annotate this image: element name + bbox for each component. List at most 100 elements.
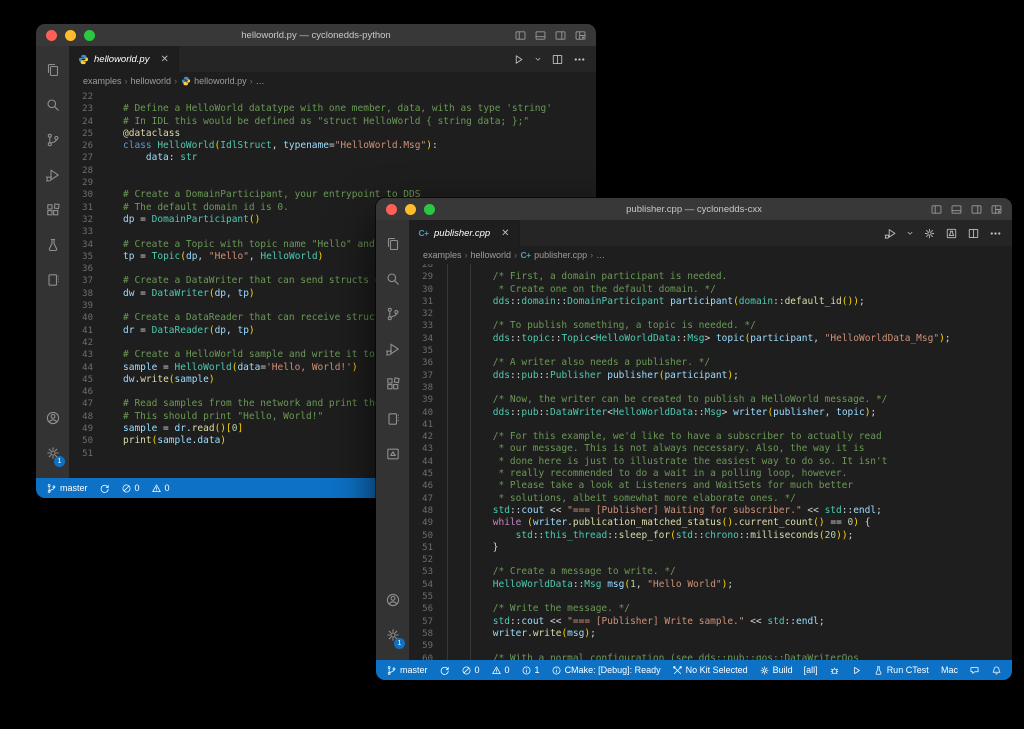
activity-search-button[interactable]	[36, 87, 69, 122]
flask-box-icon[interactable]	[945, 227, 958, 240]
status-no-kit-selected[interactable]: No Kit Selected	[672, 665, 748, 676]
breadcrumb-separator: ›	[514, 250, 517, 260]
code-editor[interactable]: 2829 /* First, a domain participant is n…	[409, 264, 1012, 660]
code-line: 41	[409, 419, 1012, 431]
activity-debug-button[interactable]	[36, 157, 69, 192]
split-icon[interactable]	[967, 227, 980, 240]
activity-gear-button[interactable]: 1	[36, 435, 69, 470]
chevron-icon[interactable]	[534, 55, 542, 63]
close-window-button[interactable]	[386, 204, 397, 215]
status-play[interactable]	[851, 665, 862, 676]
layout-custom-icon[interactable]	[574, 29, 587, 42]
chevron-icon[interactable]	[906, 229, 914, 237]
status-feedback[interactable]	[969, 665, 980, 676]
close-tab-icon[interactable]: ✕	[160, 54, 168, 65]
layout-sidebar-icon[interactable]	[514, 29, 527, 42]
activity-cmake-button[interactable]	[376, 436, 409, 471]
zoom-window-button[interactable]	[84, 30, 95, 41]
line-number: 45	[69, 374, 93, 386]
status-label: [all]	[804, 665, 818, 675]
activity-notebook-button[interactable]	[376, 401, 409, 436]
code-text: @dataclass	[93, 128, 596, 140]
status-sync[interactable]	[439, 665, 450, 676]
status-0[interactable]: 0	[151, 483, 170, 494]
activity-debug-button[interactable]	[376, 331, 409, 366]
status-build[interactable]: Build	[759, 665, 793, 676]
activity-files-button[interactable]	[376, 226, 409, 261]
zoom-window-button[interactable]	[424, 204, 435, 215]
breadcrumb-item[interactable]: helloworld	[131, 76, 172, 86]
status-0[interactable]: 0	[491, 665, 510, 676]
layout-custom-icon[interactable]	[990, 203, 1003, 216]
activity-source-control-button[interactable]	[36, 122, 69, 157]
breadcrumb-item[interactable]: examples	[423, 250, 462, 260]
layout-sidebar-right-icon[interactable]	[970, 203, 983, 216]
status-all[interactable]: [all]	[804, 665, 818, 675]
activity-extensions-button[interactable]	[36, 192, 69, 227]
layout-panel-icon[interactable]	[950, 203, 963, 216]
line-number: 31	[69, 202, 93, 214]
split-icon[interactable]	[551, 53, 564, 66]
tab-publisher-cpp[interactable]: C+ publisher.cpp ✕	[409, 220, 520, 246]
breadcrumb-item[interactable]: examples	[83, 76, 122, 86]
status-1[interactable]: 1	[521, 665, 540, 676]
activity-source-control-button[interactable]	[376, 296, 409, 331]
status-label: Mac	[941, 665, 958, 675]
activity-search-button[interactable]	[376, 261, 409, 296]
status-master[interactable]: master	[386, 665, 428, 676]
more-icon[interactable]	[573, 53, 586, 66]
breadcrumb-item[interactable]: C+publisher.cpp	[520, 250, 587, 261]
more-icon[interactable]	[989, 227, 1002, 240]
breadcrumb-item[interactable]: …	[596, 250, 605, 260]
status-mac[interactable]: Mac	[941, 665, 958, 675]
gear-icon[interactable]	[923, 227, 936, 240]
branch-icon	[46, 483, 57, 494]
breadcrumb-item[interactable]: …	[256, 76, 265, 86]
titlebar[interactable]: helloworld.py — cyclonedds-python	[36, 24, 596, 46]
line-number: 48	[69, 411, 93, 423]
status-master[interactable]: master	[46, 483, 88, 494]
breadcrumb-item[interactable]: helloworld.py	[180, 76, 247, 87]
code-text	[433, 308, 1012, 320]
code-line: 36 /* A writer also needs a publisher. *…	[409, 357, 1012, 369]
tab-bar: C+ publisher.cpp ✕	[409, 220, 1012, 246]
breadcrumb-item[interactable]: helloworld	[471, 250, 512, 260]
minimize-window-button[interactable]	[65, 30, 76, 41]
activity-account-button[interactable]	[36, 400, 69, 435]
minimize-window-button[interactable]	[405, 204, 416, 215]
line-number: 25	[69, 128, 93, 140]
activity-extensions-button[interactable]	[376, 366, 409, 401]
activity-beaker-button[interactable]	[36, 227, 69, 262]
layout-panel-icon[interactable]	[534, 29, 547, 42]
activity-files-button[interactable]	[36, 52, 69, 87]
activity-account-button[interactable]	[376, 582, 409, 617]
line-number: 50	[409, 530, 433, 542]
code-text: dds::pub::Publisher publisher(participan…	[433, 370, 1012, 382]
activity-notebook-button[interactable]	[36, 262, 69, 297]
line-number: 37	[409, 370, 433, 382]
close-tab-icon[interactable]: ✕	[501, 228, 509, 239]
status-bug[interactable]	[829, 665, 840, 676]
status-0[interactable]: 0	[461, 665, 480, 676]
code-line: 29	[69, 177, 596, 189]
breadcrumb[interactable]: examples›helloworld›C+publisher.cpp›…	[409, 246, 1012, 264]
info-icon	[551, 665, 562, 676]
close-window-button[interactable]	[46, 30, 57, 41]
tab-helloworld-py[interactable]: helloworld.py ✕	[69, 46, 179, 72]
status-cmake-debug-ready[interactable]: CMake: [Debug]: Ready	[551, 665, 661, 676]
debug-run-icon[interactable]	[884, 227, 897, 240]
titlebar[interactable]: publisher.cpp — cyclonedds-cxx	[376, 198, 1012, 220]
breadcrumb[interactable]: examples›helloworld›helloworld.py›…	[69, 72, 596, 90]
play-icon[interactable]	[512, 53, 525, 66]
status-run-ctest[interactable]: Run CTest	[873, 665, 929, 676]
status-bell[interactable]	[991, 665, 1002, 676]
line-number: 30	[409, 284, 433, 296]
line-number: 32	[409, 308, 433, 320]
branch-icon	[386, 665, 397, 676]
cpp-file-icon: C+	[418, 228, 429, 239]
activity-gear-button[interactable]: 1	[376, 617, 409, 652]
status-sync[interactable]	[99, 483, 110, 494]
layout-sidebar-icon[interactable]	[930, 203, 943, 216]
status-0[interactable]: 0	[121, 483, 140, 494]
layout-sidebar-right-icon[interactable]	[554, 29, 567, 42]
